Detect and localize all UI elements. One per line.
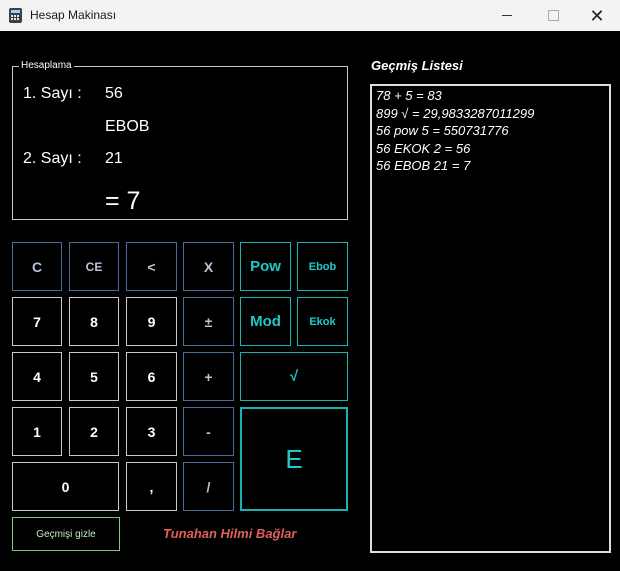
window-title: Hesap Makinası: [30, 8, 117, 22]
second-number-label: 2. Sayı :: [23, 150, 82, 167]
first-number-label: 1. Sayı :: [23, 85, 82, 102]
history-item[interactable]: 78 + 5 = 83: [376, 88, 442, 103]
minimize-icon: [502, 15, 512, 16]
close-button[interactable]: ✕: [574, 0, 620, 31]
history-item[interactable]: 899 √ = 29,9833287011299: [376, 106, 534, 121]
calculation-group: Hesaplama 1. Sayı : 56 EBOB 2. Sayı : 21…: [12, 59, 348, 220]
hide-history-button[interactable]: Geçmişi gizle: [12, 517, 120, 551]
digit-8-button[interactable]: 8: [69, 297, 119, 346]
calculator-icon: [9, 8, 22, 23]
history-title: Geçmiş Listesi: [371, 58, 463, 73]
close-icon: ✕: [589, 5, 605, 26]
divide-button[interactable]: /: [183, 462, 234, 511]
digit-9-button[interactable]: 9: [126, 297, 177, 346]
client-area: Hesaplama 1. Sayı : 56 EBOB 2. Sayı : 21…: [0, 31, 620, 571]
history-item[interactable]: 56 EKOK 2 = 56: [376, 141, 470, 156]
backspace-button[interactable]: <: [126, 242, 177, 291]
maximize-button[interactable]: [530, 0, 576, 31]
comma-button[interactable]: ,: [126, 462, 177, 511]
digit-2-button[interactable]: 2: [69, 407, 119, 456]
digit-5-button[interactable]: 5: [69, 352, 119, 401]
maximize-icon: [547, 10, 559, 21]
second-number-value: 21: [105, 150, 123, 167]
operation-display: EBOB: [105, 118, 150, 135]
digit-7-button[interactable]: 7: [12, 297, 62, 346]
plus-minus-button[interactable]: ±: [183, 297, 234, 346]
digit-0-button[interactable]: 0: [12, 462, 119, 511]
digit-4-button[interactable]: 4: [12, 352, 62, 401]
clear-entry-button[interactable]: CE: [69, 242, 119, 291]
minimize-button[interactable]: [484, 0, 530, 31]
ebob-button[interactable]: Ebob: [297, 242, 348, 291]
clear-button[interactable]: C: [12, 242, 62, 291]
ekok-button[interactable]: Ekok: [297, 297, 348, 346]
history-list[interactable]: 78 + 5 = 83 899 √ = 29,9833287011299 56 …: [370, 84, 611, 553]
title-bar: Hesap Makinası ✕: [0, 0, 620, 31]
sqrt-button[interactable]: √: [240, 352, 348, 401]
author-label: Tunahan Hilmi Bağlar: [163, 526, 297, 541]
minus-button[interactable]: -: [183, 407, 234, 456]
digit-1-button[interactable]: 1: [12, 407, 62, 456]
equals-button[interactable]: E: [240, 407, 348, 511]
digit-6-button[interactable]: 6: [126, 352, 177, 401]
first-number-value: 56: [105, 85, 123, 102]
group-title: Hesaplama: [19, 59, 74, 73]
history-item[interactable]: 56 pow 5 = 550731776: [376, 123, 509, 138]
multiply-button[interactable]: X: [183, 242, 234, 291]
plus-button[interactable]: +: [183, 352, 234, 401]
pow-button[interactable]: Pow: [240, 242, 291, 291]
digit-3-button[interactable]: 3: [126, 407, 177, 456]
mod-button[interactable]: Mod: [240, 297, 291, 346]
history-item[interactable]: 56 EBOB 21 = 7: [376, 158, 470, 173]
result-display: = 7: [105, 187, 141, 215]
